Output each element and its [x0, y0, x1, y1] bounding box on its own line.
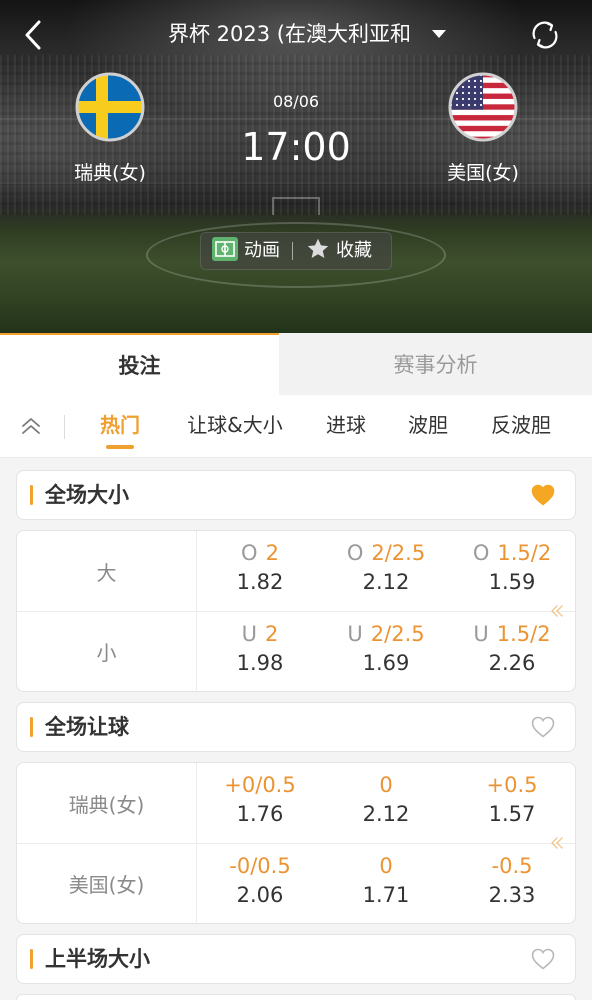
tab-betting[interactable]: 投注	[0, 333, 279, 395]
odds-cell[interactable]: +0.5 1.57	[449, 763, 575, 843]
favorite-label: 收藏	[336, 240, 372, 261]
market-header-full-over-under[interactable]: 全场大小	[16, 470, 576, 520]
match-time: 17:00	[241, 125, 351, 169]
market-title: 上半场大小	[45, 947, 150, 971]
animation-button[interactable]: 动画	[212, 237, 280, 265]
row-label: 美国(女)	[17, 844, 197, 923]
expand-more-double-chevron-left-icon[interactable]	[549, 603, 565, 619]
odds-cell[interactable]: U 2/2.5 1.69	[323, 612, 449, 691]
line-value: 2/2.5	[371, 541, 426, 565]
odds-value: 2.12	[362, 802, 410, 826]
line-value: +0.5	[486, 773, 538, 797]
odds-cell[interactable]: -0/0.5 2.06	[197, 844, 323, 923]
filter-anti-correct-score[interactable]: 反波胆	[476, 410, 566, 440]
row-label: 小	[17, 612, 197, 691]
odds-value: 1.76	[236, 802, 284, 826]
odds-table-first-half-over-under	[16, 994, 576, 1000]
side-prefix: U	[347, 622, 363, 646]
filter-divider	[64, 415, 65, 439]
favorite-heart-icon[interactable]	[531, 484, 555, 506]
home-team-name: 瑞典(女)	[74, 162, 146, 184]
line-value: 2	[265, 622, 279, 646]
section-accent-bar	[30, 949, 33, 969]
match-date: 08/06	[272, 92, 320, 111]
market-filter-bar: 热门 让球&大小 进球 波胆 反波胆	[0, 395, 592, 458]
section-accent-bar	[30, 485, 33, 505]
competition-title[interactable]: 界杯 2023 (在澳大利亚和	[168, 19, 430, 49]
odds-cell[interactable]: U 1.5/2 2.26	[449, 612, 575, 691]
line-value: 0	[379, 773, 393, 797]
favorite-heart-icon[interactable]	[531, 948, 555, 970]
odds-value: 1.82	[236, 570, 284, 594]
side-prefix: O	[472, 541, 490, 565]
line-value: +0/0.5	[224, 773, 296, 797]
market-title: 全场让球	[45, 715, 129, 739]
section-accent-bar	[30, 717, 33, 737]
market-header-full-handicap[interactable]: 全场让球	[16, 702, 576, 752]
line-value: 1.5/2	[497, 541, 552, 565]
odds-row-away: 美国(女) -0/0.5 2.06 0 1.71 -0.5 2.33	[17, 843, 575, 923]
filter-hot[interactable]: 热门	[90, 410, 150, 449]
line-value: 1.5/2	[496, 622, 551, 646]
dropdown-caret-icon[interactable]	[432, 30, 446, 38]
odds-cell[interactable]: O 1.5/2 1.59	[449, 531, 575, 611]
side-prefix: U	[241, 622, 257, 646]
side-prefix: O	[241, 541, 258, 565]
sweden-flag-icon	[75, 72, 145, 142]
star-icon	[306, 237, 330, 265]
expand-more-double-chevron-left-icon[interactable]	[549, 835, 565, 851]
odds-value: 2.26	[488, 651, 536, 675]
back-chevron-left-icon[interactable]	[20, 18, 46, 52]
odds-cell[interactable]: +0/0.5 1.76	[197, 763, 323, 843]
row-label: 瑞典(女)	[17, 763, 197, 843]
line-value: -0/0.5	[229, 854, 291, 878]
match-header: 界杯 2023 (在澳大利亚和 08/06 17:00 瑞典(女) 美国(女) …	[0, 0, 592, 333]
odds-value: 2.06	[236, 883, 284, 907]
row-label: 大	[17, 531, 197, 611]
tab-match-analysis[interactable]: 赛事分析	[279, 333, 592, 395]
pill-divider	[292, 242, 293, 260]
markets-list: 全场大小 大 O2 1.82 O 2/2.5 2.12 O 1.5/2 1.59 小…	[16, 470, 576, 1000]
odds-value: 1.59	[488, 570, 536, 594]
odds-row-over: 大 O2 1.82 O 2/2.5 2.12 O 1.5/2 1.59	[17, 531, 575, 611]
collapse-double-chevron-up-icon[interactable]	[20, 416, 42, 436]
odds-cell[interactable]: U2 1.98	[197, 612, 323, 691]
side-prefix: O	[346, 541, 364, 565]
animation-label: 动画	[244, 240, 280, 261]
odds-value: 2.12	[362, 570, 410, 594]
odds-cell[interactable]: O 2/2.5 2.12	[323, 531, 449, 611]
goal-frame	[272, 197, 320, 215]
odds-value: 1.69	[362, 651, 410, 675]
odds-cell[interactable]: O2 1.82	[197, 531, 323, 611]
odds-table-full-over-under: 大 O2 1.82 O 2/2.5 2.12 O 1.5/2 1.59 小 U2 1…	[16, 530, 576, 692]
odds-cell[interactable]: 0 1.71	[323, 844, 449, 923]
match-actions: 动画 收藏	[200, 232, 392, 270]
favorite-heart-icon[interactable]	[531, 716, 555, 738]
away-team-name: 美国(女)	[447, 162, 519, 184]
filter-goals[interactable]: 进球	[316, 410, 376, 440]
side-prefix: U	[473, 622, 489, 646]
market-header-first-half-over-under[interactable]: 上半场大小	[16, 934, 576, 984]
odds-value: 1.57	[488, 802, 536, 826]
odds-row-under: 小 U2 1.98 U 2/2.5 1.69 U 1.5/2 2.26	[17, 611, 575, 691]
line-value: -0.5	[491, 854, 533, 878]
favorite-button[interactable]: 收藏	[306, 237, 372, 265]
filter-correct-score[interactable]: 波胆	[398, 410, 458, 440]
main-tabs: 投注 赛事分析	[0, 333, 592, 395]
line-value: 0	[379, 854, 393, 878]
pitch-icon	[212, 237, 238, 265]
odds-value: 1.98	[236, 651, 284, 675]
filter-handicap-over-under[interactable]: 让球&大小	[170, 410, 300, 440]
odds-table-full-handicap: 瑞典(女) +0/0.5 1.76 0 2.12 +0.5 1.57 美国(女)…	[16, 762, 576, 924]
odds-cell[interactable]: 0 2.12	[323, 763, 449, 843]
refresh-icon[interactable]	[528, 18, 562, 52]
line-value: 2/2.5	[370, 622, 425, 646]
market-title: 全场大小	[45, 483, 129, 507]
odds-value: 1.71	[362, 883, 410, 907]
odds-value: 2.33	[488, 883, 536, 907]
odds-cell[interactable]: -0.5 2.33	[449, 844, 575, 923]
odds-row-home: 瑞典(女) +0/0.5 1.76 0 2.12 +0.5 1.57	[17, 763, 575, 843]
line-value: 2	[265, 541, 279, 565]
usa-flag-icon	[448, 72, 518, 142]
